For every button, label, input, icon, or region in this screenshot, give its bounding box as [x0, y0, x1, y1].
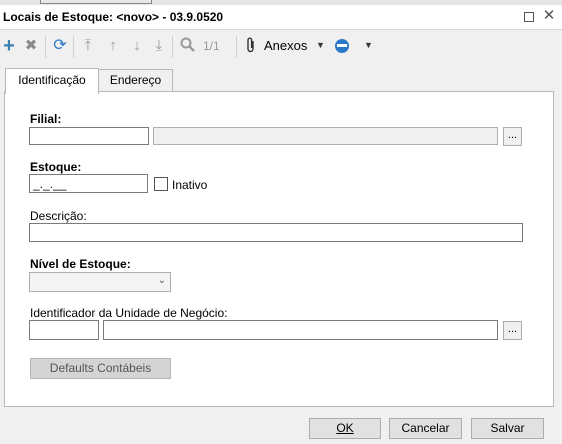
save-button[interactable]: Salvar: [471, 418, 544, 439]
inativo-label: Inativo: [172, 178, 208, 192]
ok-label: OK: [336, 421, 354, 435]
nivel-estoque-label: Nível de Estoque:: [30, 257, 131, 271]
filial-lookup-button[interactable]: ...: [503, 127, 522, 146]
menu-circle-icon[interactable]: [335, 39, 349, 53]
inativo-checkbox[interactable]: [154, 177, 168, 191]
next-record-icon[interactable]: ↓: [128, 37, 146, 55]
estoque-label: Estoque:: [30, 160, 82, 174]
refresh-icon[interactable]: ⟳: [51, 37, 69, 55]
tab-identificacao[interactable]: Identificação: [5, 68, 99, 94]
window-title: Locais de Estoque: <novo> - 03.9.0520: [3, 10, 224, 24]
unidade-negocio-label: Identificador da Unidade de Negócio:: [30, 306, 228, 320]
last-record-icon[interactable]: ⤓: [150, 37, 168, 55]
filial-code-input[interactable]: [29, 127, 149, 145]
previous-record-icon[interactable]: ↑: [104, 37, 122, 55]
descricao-input[interactable]: [29, 223, 523, 242]
ok-button[interactable]: OK: [309, 418, 381, 439]
toolbar-separator: [172, 36, 173, 58]
toolbar-separator: [236, 36, 237, 58]
nivel-estoque-select[interactable]: ⌄: [29, 272, 171, 292]
toolbar-separator: [73, 36, 74, 58]
first-record-icon[interactable]: ⤒: [79, 37, 97, 55]
cancel-button[interactable]: Cancelar: [389, 418, 462, 439]
anexos-button[interactable]: Anexos: [264, 38, 307, 53]
paperclip-icon[interactable]: [246, 37, 256, 57]
background-fragment: [40, 0, 152, 4]
chevron-down-icon: ⌄: [157, 275, 166, 286]
maximize-icon[interactable]: [522, 9, 536, 23]
record-pager: 1/1: [203, 39, 220, 53]
tab-endereco[interactable]: Endereço: [98, 69, 173, 91]
toolbar: + ✖ ⟳ ⤒ ↑ ↓ ⤓ 1/1 Anexos ▼ ▼: [0, 30, 562, 62]
add-icon[interactable]: +: [0, 36, 18, 56]
delete-icon[interactable]: ✖: [22, 37, 40, 55]
descricao-label: Descrição:: [30, 209, 87, 223]
unidade-name-input[interactable]: [103, 320, 498, 340]
save-label: Salvar: [490, 421, 525, 435]
chevron-down-icon[interactable]: ▼: [364, 40, 373, 50]
toolbar-separator: [45, 36, 46, 58]
cancel-label: Cancelar: [401, 421, 450, 435]
chevron-down-icon[interactable]: ▼: [316, 40, 325, 50]
close-icon[interactable]: ✕: [542, 8, 556, 23]
search-icon[interactable]: [178, 37, 196, 55]
estoque-input[interactable]: [29, 174, 148, 193]
defaults-contabeis-button[interactable]: Defaults Contábeis: [30, 358, 171, 379]
filial-name-field: [153, 127, 498, 145]
unidade-lookup-button[interactable]: ...: [503, 321, 522, 340]
title-bar: Locais de Estoque: <novo> - 03.9.0520 ✕: [0, 5, 562, 30]
unidade-code-input[interactable]: [29, 320, 99, 340]
filial-label: Filial:: [30, 112, 62, 126]
